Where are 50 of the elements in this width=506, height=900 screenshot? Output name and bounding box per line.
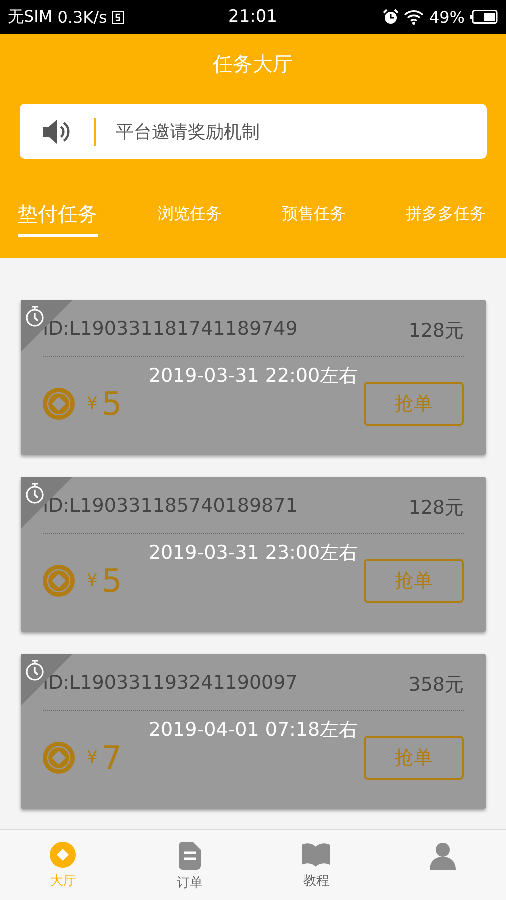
task-amount: 128元: [408, 496, 464, 521]
grab-order-button[interactable]: 抢单: [364, 559, 464, 603]
reward-amount: 7: [102, 739, 122, 777]
task-tab[interactable]: 预售任务: [282, 201, 346, 237]
battery-percent: 49%: [429, 8, 465, 26]
task-card[interactable]: ID:L190331185740189871 128元 2019-03-31 23:00左右 ¥5 抢单: [21, 477, 486, 632]
nav-item[interactable]: 订单: [126, 830, 253, 892]
reward-amount: 5: [102, 562, 122, 600]
page-title: 任务大厅: [213, 51, 293, 78]
wifi-icon: [404, 10, 424, 24]
task-id: ID:L190331185740189871: [43, 495, 298, 519]
task-time: 2019-04-01 07:18左右: [148, 718, 360, 743]
diamond-coin-icon: [50, 842, 76, 868]
task-card[interactable]: ID:L190331193241190097 358元 2019-04-01 07:18左右 ¥7 抢单: [21, 654, 486, 809]
nav-label: 订单: [176, 875, 203, 892]
reward-amount: 5: [102, 385, 122, 423]
task-time: 2019-03-31 23:00左右: [148, 541, 360, 566]
task-tab[interactable]: 垫付任务: [18, 201, 98, 237]
currency-sign: ¥: [87, 748, 98, 768]
notice-text: 平台邀请奖励机制: [116, 120, 260, 144]
currency-sign: ¥: [87, 394, 98, 414]
nav-label: 教程: [303, 873, 330, 890]
task-amount: 358元: [408, 673, 464, 698]
task-id: ID:L190331181741189749: [43, 318, 298, 342]
speaker-icon: [42, 118, 72, 144]
book-icon: [302, 842, 330, 868]
nav-label: 大厅: [50, 873, 76, 890]
grab-order-button[interactable]: 抢单: [364, 736, 464, 780]
task-tab[interactable]: 拼多多任务: [406, 201, 486, 237]
coin-icon: [43, 565, 75, 597]
notice-bar[interactable]: 平台邀请奖励机制: [20, 104, 487, 159]
coin-icon: [43, 388, 75, 420]
task-time: 2019-03-31 22:00左右: [148, 364, 360, 389]
alarm-icon: [383, 9, 400, 25]
carrier-text: 无SIM: [8, 6, 53, 28]
network-speed: 0.3K/s: [58, 8, 108, 26]
nav-item[interactable]: 教程: [253, 830, 380, 890]
task-amount: 128元: [408, 319, 464, 344]
task-card[interactable]: ID:L190331181741189749 128元 2019-03-31 22:00左右 ¥5 抢单: [21, 300, 486, 455]
coin-icon: [43, 742, 75, 774]
document-icon: [178, 842, 201, 870]
task-tab[interactable]: 浏览任务: [158, 201, 222, 237]
sim-icon: [112, 10, 124, 24]
clock-time: 21:01: [228, 7, 278, 27]
person-icon: [430, 842, 456, 870]
task-id: ID:L190331193241190097: [43, 672, 298, 696]
currency-sign: ¥: [87, 571, 98, 591]
battery-icon: [470, 10, 498, 24]
nav-item[interactable]: 大厅: [0, 830, 126, 890]
grab-order-button[interactable]: 抢单: [364, 382, 464, 426]
